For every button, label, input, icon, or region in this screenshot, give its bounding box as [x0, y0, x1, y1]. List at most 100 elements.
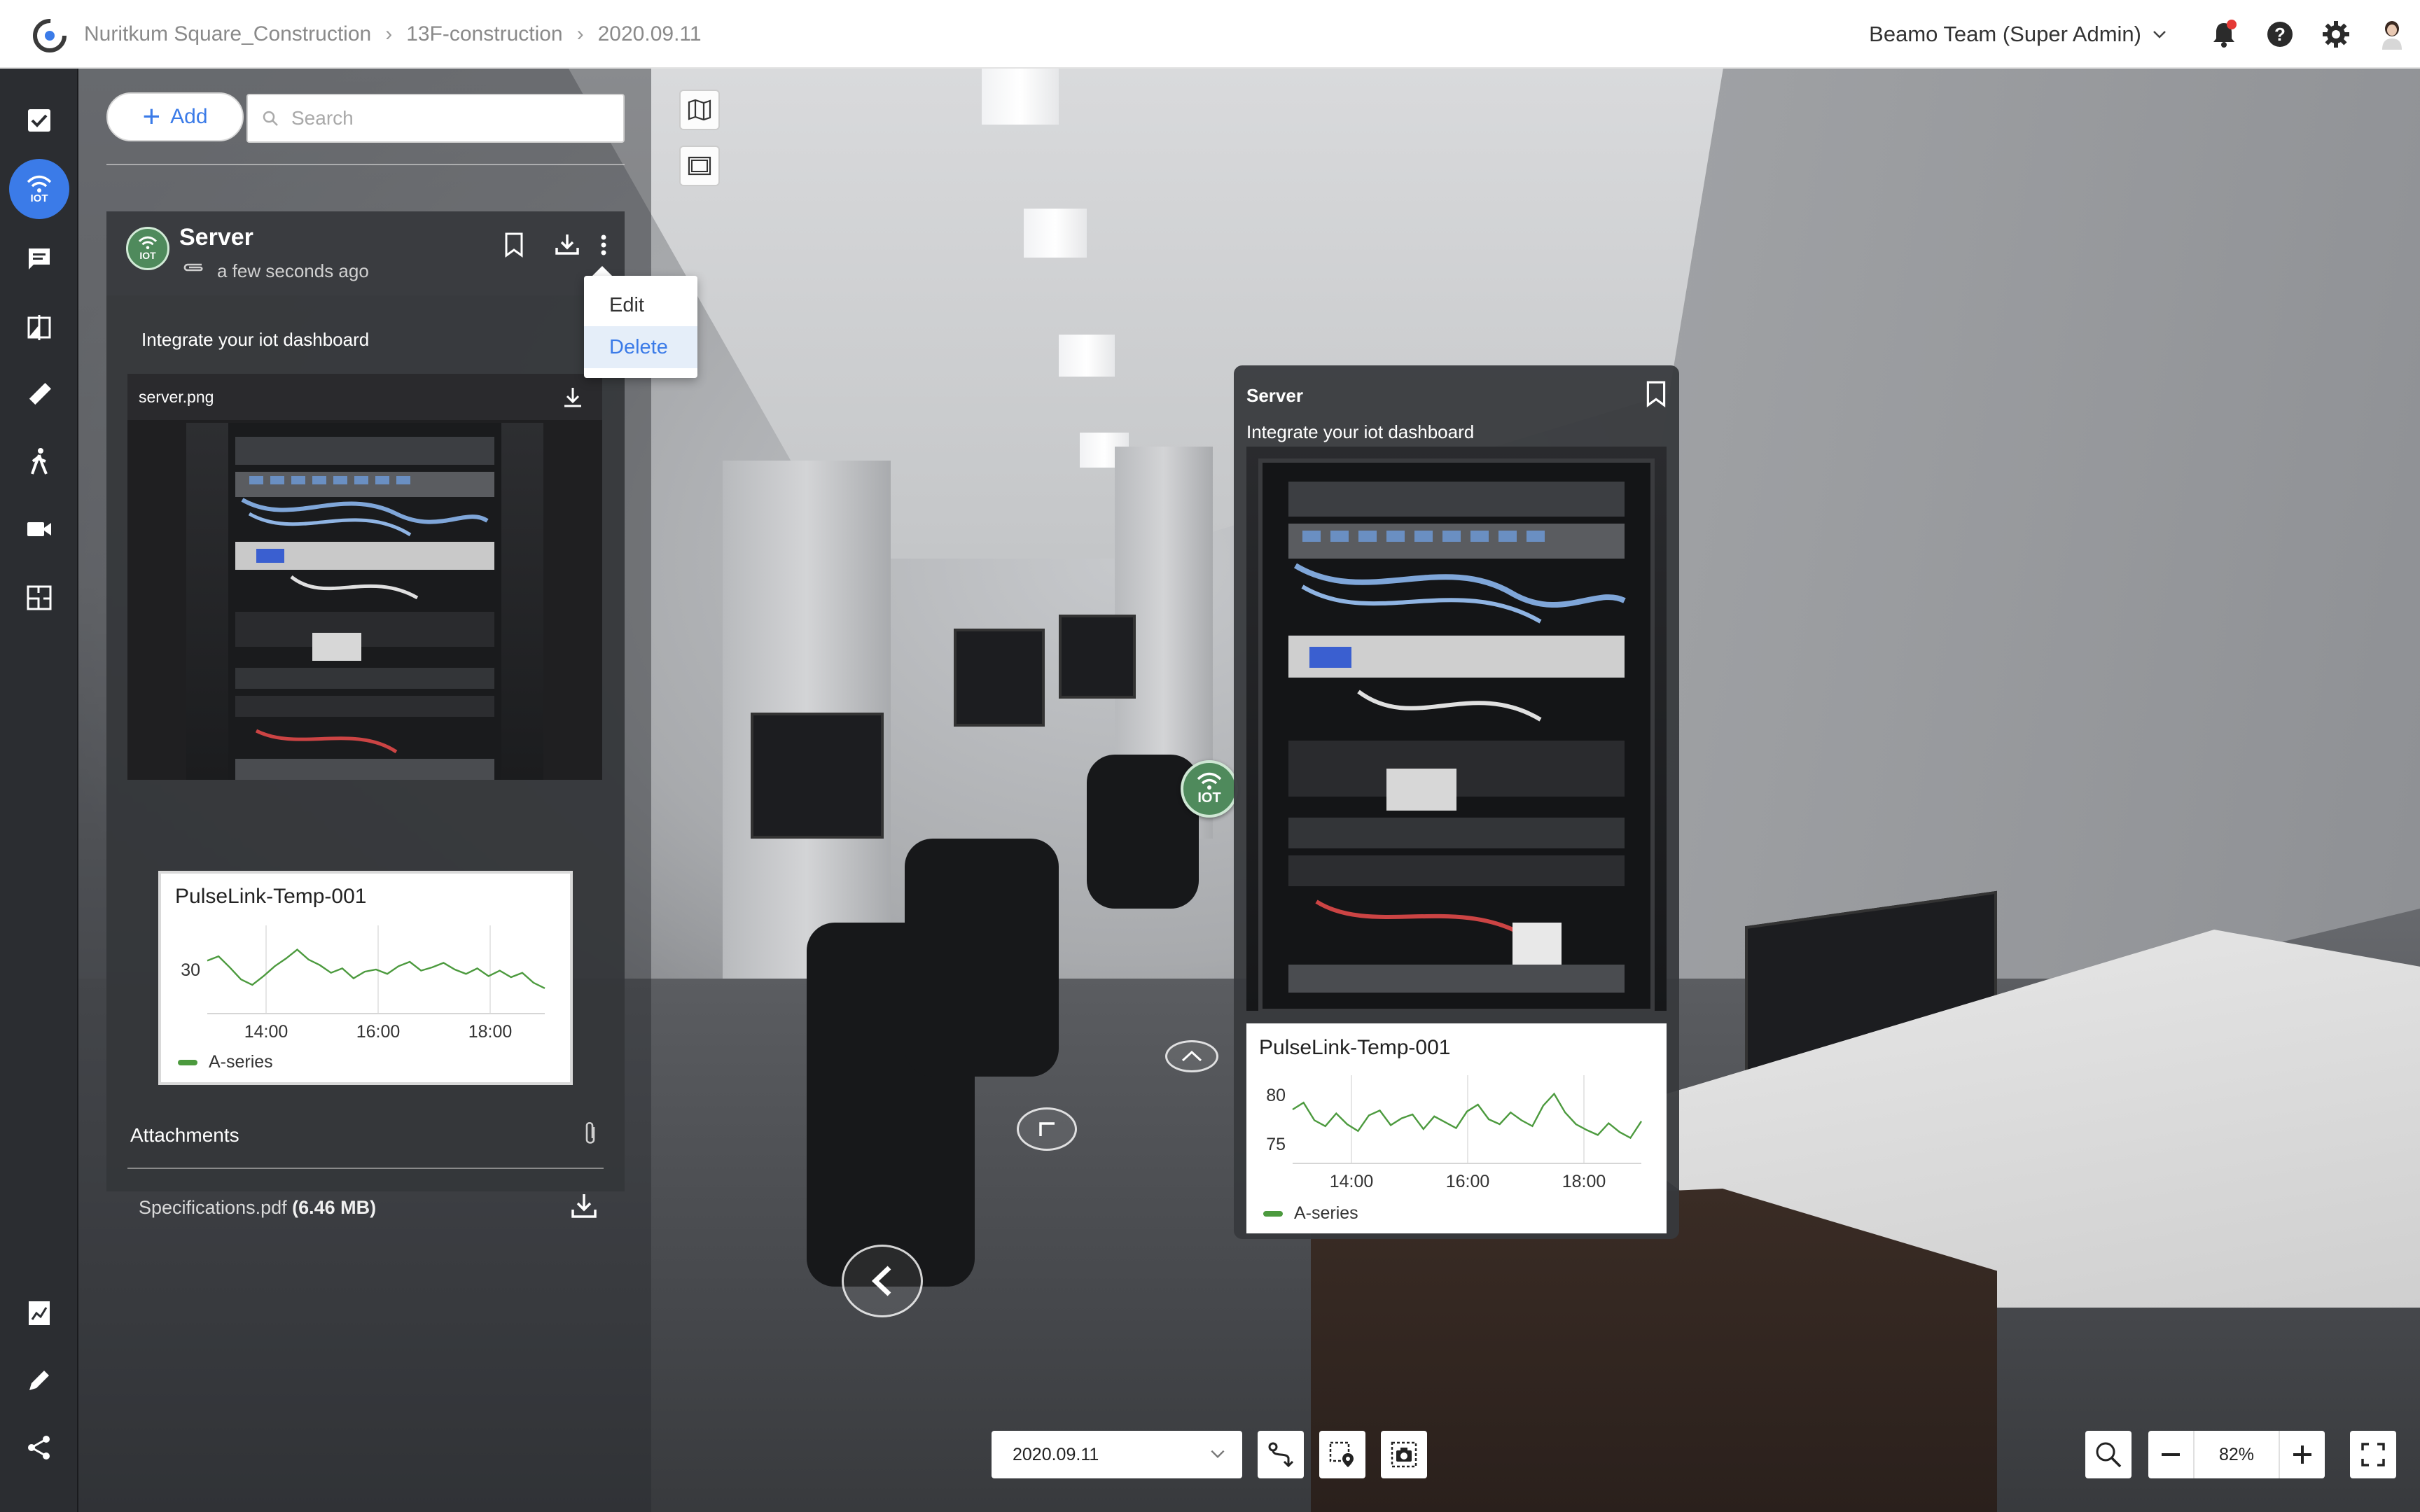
- rail-item-walk[interactable]: [0, 428, 78, 496]
- share-icon: [28, 1436, 50, 1460]
- wifi-icon: [138, 236, 158, 249]
- chart-plot: 14:00 16:00 18:00 30: [181, 925, 545, 1039]
- download-icon[interactable]: [569, 1190, 599, 1221]
- y-tick-label: 80: [1266, 1086, 1286, 1105]
- date-selector[interactable]: 2020.09.11: [992, 1431, 1242, 1478]
- rail-item-measure[interactable]: [0, 361, 78, 428]
- notifications-button[interactable]: [2196, 0, 2252, 69]
- attachment-file[interactable]: Specifications.pdf (6.46 MB): [139, 1197, 376, 1219]
- breadcrumb-project[interactable]: Nuritkum Square_Construction: [84, 22, 371, 46]
- iot-hotspot[interactable]: IOT: [1181, 760, 1238, 818]
- add-button[interactable]: + Add: [106, 92, 244, 141]
- floorplan-icon: [27, 585, 52, 610]
- server-rack-illustration: [1258, 458, 1655, 1011]
- breadcrumb-date[interactable]: 2020.09.11: [598, 22, 702, 46]
- bookmark-button[interactable]: [494, 225, 534, 265]
- popup-server-photo[interactable]: [1246, 447, 1667, 1011]
- capture-button[interactable]: [1381, 1431, 1427, 1478]
- x-tick-label: 14:00: [244, 1022, 288, 1039]
- fullscreen-button[interactable]: [2350, 1431, 2396, 1478]
- user-avatar[interactable]: [2364, 0, 2420, 69]
- iot-badge-label: IOT: [139, 250, 156, 261]
- notification-dot: [2227, 20, 2237, 29]
- rail-item-video[interactable]: [0, 496, 78, 563]
- x-tick-label: 14:00: [1330, 1172, 1374, 1189]
- breadcrumb-separator-icon: ›: [576, 22, 584, 46]
- search-input[interactable]: [291, 107, 613, 130]
- checkbox-icon: [28, 109, 50, 132]
- breadcrumb-floor[interactable]: 13F-construction: [406, 22, 562, 46]
- zoom-out-button[interactable]: [2148, 1431, 2193, 1478]
- team-selector[interactable]: Beamo Team (Super Admin): [1869, 22, 2168, 47]
- legend-swatch: [1263, 1210, 1283, 1217]
- context-menu: Edit Delete: [584, 276, 697, 378]
- iot-bubble: IOT: [9, 159, 69, 219]
- card-timestamp: a few seconds ago: [217, 260, 369, 281]
- bookmark-icon[interactable]: [1646, 381, 1667, 407]
- search-view-button[interactable]: [2085, 1431, 2132, 1478]
- download-button[interactable]: [548, 225, 587, 265]
- ruler-icon: [29, 383, 51, 405]
- rail-item-share[interactable]: [0, 1414, 78, 1481]
- pencil-icon: [29, 1371, 49, 1390]
- help-button[interactable]: ?: [2252, 0, 2308, 69]
- x-tick-label: 16:00: [1446, 1172, 1490, 1189]
- rail-item-edit[interactable]: [0, 1347, 78, 1414]
- popup-temperature-chart[interactable]: PulseLink-Temp-001 14:00 16:00 18:00 75 80 A…: [1246, 1023, 1667, 1233]
- image-attachment: server.png: [127, 374, 602, 780]
- ceiling-light: [982, 69, 1059, 125]
- legend-swatch: [178, 1059, 197, 1065]
- monitor: [751, 713, 884, 839]
- server-rack-illustration: [228, 423, 501, 780]
- rail-item-compare[interactable]: [0, 294, 78, 361]
- zoom-control: 82%: [2148, 1431, 2325, 1478]
- chart-legend: A-series: [178, 1052, 273, 1072]
- move-left-arrow[interactable]: [1017, 1107, 1077, 1151]
- chevron-up-icon: [1181, 1050, 1202, 1062]
- attachment-filename: Specifications.pdf: [139, 1197, 287, 1218]
- chair: [905, 839, 1059, 1077]
- rail-item-iot[interactable]: IOT: [0, 155, 78, 223]
- header-actions: Beamo Team (Super Admin) ?: [1869, 0, 2420, 69]
- fullscreen-icon: [2361, 1443, 2385, 1466]
- ceiling-light: [1059, 335, 1115, 377]
- wifi-icon: [1197, 772, 1222, 790]
- settings-button[interactable]: [2308, 0, 2364, 69]
- card-description: Integrate your iot dashboard: [141, 329, 370, 350]
- minimap-toggle-button[interactable]: [679, 146, 720, 186]
- add-button-label: Add: [170, 105, 208, 128]
- x-tick-label: 16:00: [356, 1022, 401, 1039]
- rail-item-floorplan[interactable]: [0, 564, 78, 631]
- wifi-icon: [27, 175, 52, 192]
- move-back-arrow[interactable]: [842, 1245, 923, 1317]
- zoom-in-button[interactable]: [2280, 1431, 2325, 1478]
- attachments-title: Attachments: [130, 1124, 239, 1146]
- card-header[interactable]: IOT Server a few seconds ago: [106, 211, 625, 295]
- breadcrumb-separator-icon: ›: [385, 22, 393, 46]
- attachment-icon[interactable]: [580, 1120, 601, 1148]
- chevron-left-icon: [871, 1266, 891, 1296]
- temperature-chart[interactable]: PulseLink-Temp-001 14:00 16:00 18:00 30 A-s…: [158, 871, 573, 1085]
- rail-item-tasks[interactable]: [0, 87, 78, 154]
- compare-icon: [27, 315, 51, 340]
- search-icon: [2096, 1442, 2122, 1468]
- menu-item-edit[interactable]: Edit: [584, 284, 697, 326]
- attachment-icon: [183, 263, 203, 272]
- search-box: [246, 94, 625, 143]
- comment-icon: [29, 248, 50, 270]
- route-button[interactable]: [1258, 1431, 1304, 1478]
- rail-item-comments[interactable]: [0, 225, 78, 293]
- avatar-icon: [2382, 21, 2402, 50]
- area-pin-icon: [1329, 1441, 1354, 1467]
- map-view-button[interactable]: [679, 90, 720, 130]
- move-forward-arrow[interactable]: [1165, 1040, 1218, 1072]
- more-options-button[interactable]: [590, 225, 618, 265]
- menu-item-delete[interactable]: Delete: [584, 326, 697, 368]
- download-icon[interactable]: [559, 384, 587, 412]
- area-pin-button[interactable]: [1319, 1431, 1365, 1478]
- server-photo[interactable]: [186, 423, 543, 780]
- popup-description: Integrate your iot dashboard: [1246, 421, 1475, 442]
- beamo-logo-icon[interactable]: [29, 15, 70, 56]
- rail-item-report[interactable]: [0, 1280, 78, 1347]
- panel-divider: [106, 164, 625, 165]
